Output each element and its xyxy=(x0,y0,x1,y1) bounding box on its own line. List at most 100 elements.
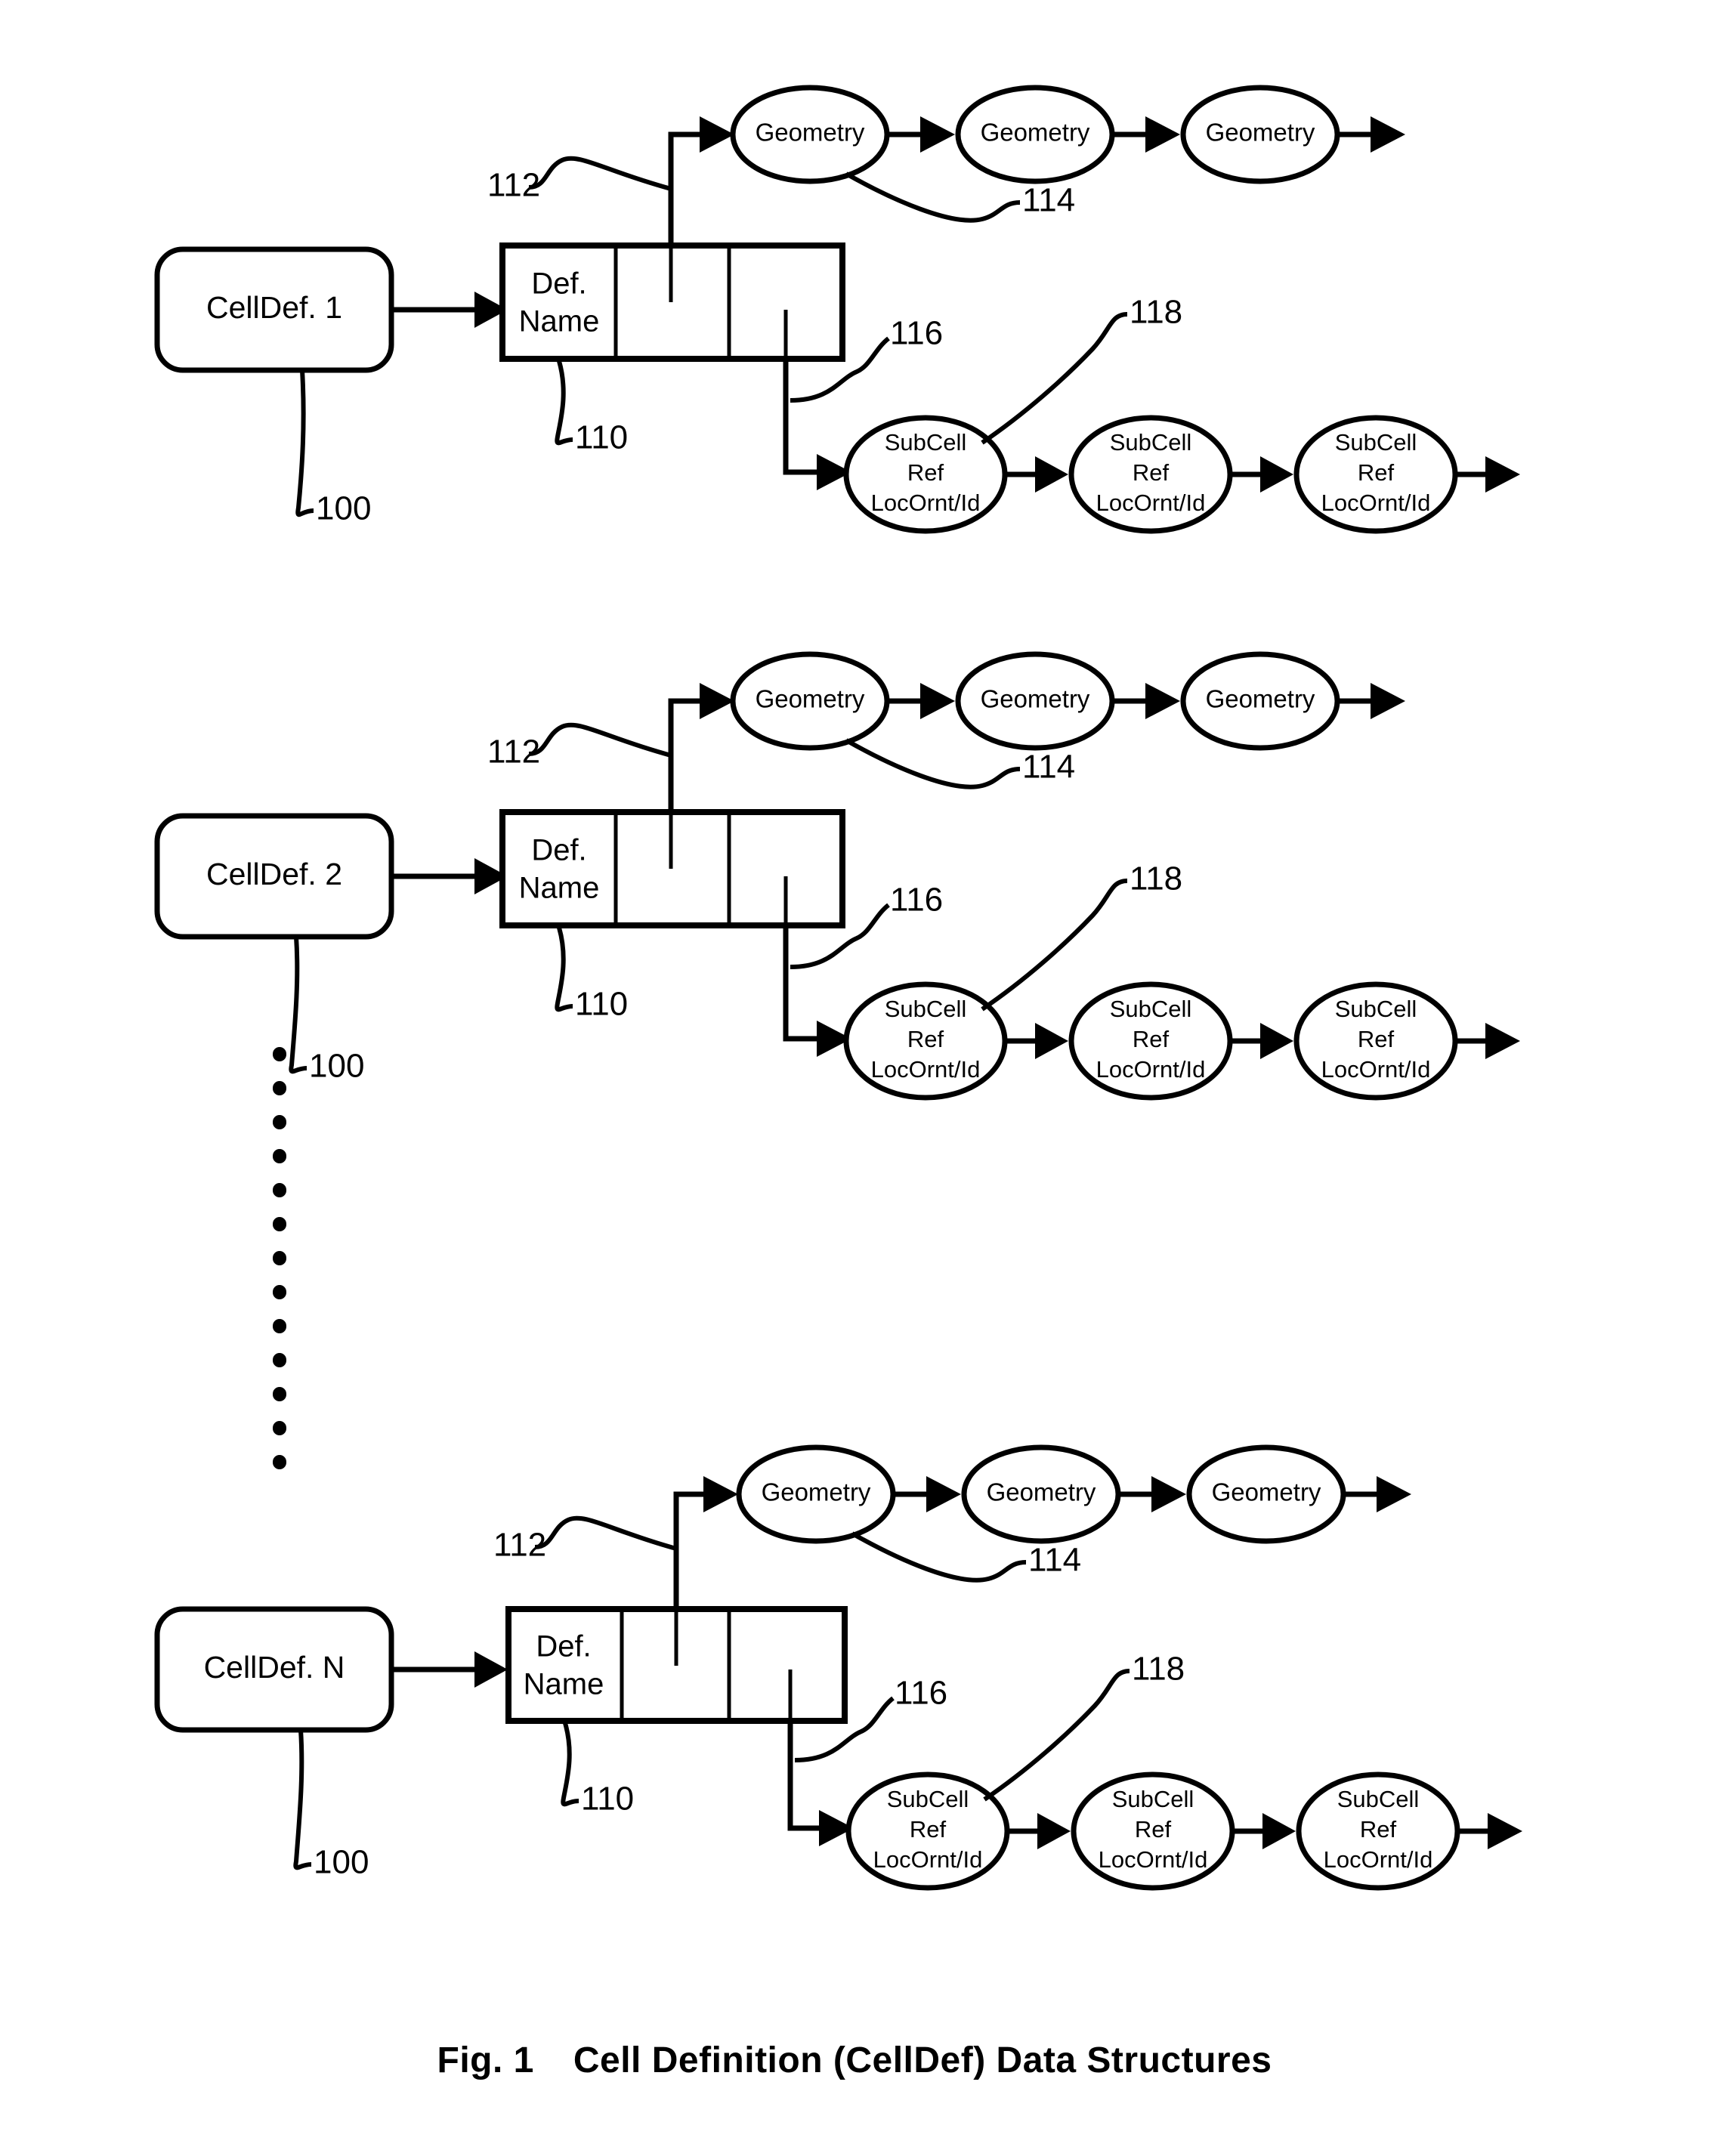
subcell-line2: Ref xyxy=(910,1816,947,1842)
subcell-chain-row-3: SubCell Ref LocOrnt/Id SubCell Ref LocOr… xyxy=(845,1771,1522,1891)
callout-100-row-2: 100 xyxy=(289,936,364,1085)
figure-title: Cell Definition (CellDef) Data Structure… xyxy=(573,2040,1272,2080)
callout-110-row-2: 110 xyxy=(555,927,628,1023)
row-1-group: CellDef. 1 Def. Name Geometry Geometry G… xyxy=(154,85,1520,534)
subcell-line1: SubCell xyxy=(1112,1786,1194,1812)
celldef-node-row-2[interactable]: CellDef. 2 xyxy=(154,813,394,940)
subcell-chain-row-1: SubCell Ref LocOrnt/Id SubCell Ref LocOr… xyxy=(843,415,1520,534)
figure-root: CellDef. 1 Def. Name Geometry Geometry G… xyxy=(0,0,1709,2156)
subcell-chain-row-2: SubCell Ref LocOrnt/Id SubCell Ref LocOr… xyxy=(843,981,1520,1101)
subcell-line3: LocOrnt/Id xyxy=(1096,490,1206,516)
callout-number: 116 xyxy=(890,882,943,919)
celldef-node-row-3[interactable]: CellDef. N xyxy=(154,1606,394,1733)
subcell-line3: LocOrnt/Id xyxy=(1321,490,1431,516)
callout-number: 118 xyxy=(1130,294,1182,331)
figure-caption: Fig. 1 Cell Definition (CellDef) Data Str… xyxy=(0,2040,1709,2081)
subcell-line1: SubCell xyxy=(887,1786,969,1812)
callout-number: 100 xyxy=(316,490,371,527)
geometry-node[interactable]: Geometry xyxy=(730,651,890,751)
geometry-label: Geometry xyxy=(981,119,1090,147)
subcell-line3: LocOrnt/Id xyxy=(1096,1056,1206,1083)
geometry-label: Geometry xyxy=(1212,1478,1321,1506)
callout-112-row-2: 112 xyxy=(487,722,672,771)
figure-number: Fig. 1 xyxy=(437,2040,534,2080)
subcell-line2: Ref xyxy=(907,459,944,486)
geometry-chain-row-3: Geometry Geometry Geometry xyxy=(736,1444,1411,1544)
subcell-line1: SubCell xyxy=(885,429,967,456)
callout-number: 114 xyxy=(1022,749,1075,786)
geometry-chain-row-1: Geometry Geometry Geometry xyxy=(730,85,1405,184)
callout-number: 110 xyxy=(575,419,628,456)
subcell-line2: Ref xyxy=(1358,1026,1395,1052)
callout-110-row-1: 110 xyxy=(555,360,628,456)
callout-number: 112 xyxy=(493,1527,546,1564)
callout-100-row-1: 100 xyxy=(295,369,371,527)
geometry-node[interactable]: Geometry xyxy=(961,1444,1121,1544)
subcell-line1: SubCell xyxy=(1110,429,1192,456)
row-3-group: CellDef. N Def. Name Geometry Geometry G… xyxy=(154,1444,1522,1891)
callout-number: 110 xyxy=(575,986,628,1023)
callout-number: 118 xyxy=(1132,1651,1185,1688)
geometry-node[interactable]: Geometry xyxy=(730,85,890,184)
subcell-line2: Ref xyxy=(907,1026,944,1052)
subcell-line1: SubCell xyxy=(1337,1786,1420,1812)
callout-number: 110 xyxy=(581,1781,634,1818)
subcell-line2: Ref xyxy=(1135,1816,1172,1842)
geometry-node[interactable]: Geometry xyxy=(955,651,1115,751)
subcell-ref-node[interactable]: SubCell Ref LocOrnt/Id xyxy=(1068,981,1233,1101)
subcell-line2: Ref xyxy=(1358,459,1395,486)
callout-number: 114 xyxy=(1022,182,1075,219)
geometry-label: Geometry xyxy=(981,685,1090,713)
subcell-ref-node[interactable]: SubCell Ref LocOrnt/Id xyxy=(1293,981,1458,1101)
geometry-node[interactable]: Geometry xyxy=(1180,651,1340,751)
celldef-label: CellDef. 2 xyxy=(206,857,342,891)
callout-number: 112 xyxy=(487,167,540,204)
celldef-data-structure-diagram: CellDef. 1 Def. Name Geometry Geometry G… xyxy=(154,85,1522,1891)
callout-110-row-3: 110 xyxy=(561,1722,634,1818)
subcell-line2: Ref xyxy=(1360,1816,1397,1842)
subcell-ref-node[interactable]: SubCell Ref LocOrnt/Id xyxy=(1296,1771,1460,1891)
subcell-ref-node[interactable]: SubCell Ref LocOrnt/Id xyxy=(1071,1771,1235,1891)
subcell-line3: LocOrnt/Id xyxy=(1324,1846,1433,1873)
callout-number: 112 xyxy=(487,734,540,771)
geometry-node[interactable]: Geometry xyxy=(736,1444,896,1544)
subcell-line3: LocOrnt/Id xyxy=(1099,1846,1208,1873)
subcell-line2: Ref xyxy=(1133,459,1170,486)
geometry-node[interactable]: Geometry xyxy=(1186,1444,1346,1544)
geometry-label: Geometry xyxy=(1206,119,1315,147)
celldef-to-record-arrow-row-1 xyxy=(393,292,508,328)
celldef-to-record-arrow-row-2 xyxy=(393,858,508,894)
subcell-line3: LocOrnt/Id xyxy=(871,490,981,516)
geometry-chain-row-2: Geometry Geometry Geometry xyxy=(730,651,1405,751)
row-2-group: CellDef. 2 Def. Name Geometry Geometry G… xyxy=(154,651,1520,1101)
callout-112-row-3: 112 xyxy=(493,1515,677,1564)
subcell-line1: SubCell xyxy=(1110,996,1192,1022)
subcell-line3: LocOrnt/Id xyxy=(871,1056,981,1083)
geometry-node[interactable]: Geometry xyxy=(955,85,1115,184)
subcell-ref-node[interactable]: SubCell Ref LocOrnt/Id xyxy=(1068,415,1233,534)
callout-number: 100 xyxy=(314,1844,369,1881)
subcell-ref-node[interactable]: SubCell Ref LocOrnt/Id xyxy=(843,415,1008,534)
subcell-line3: LocOrnt/Id xyxy=(873,1846,983,1873)
subcell-ref-node[interactable]: SubCell Ref LocOrnt/Id xyxy=(845,1771,1010,1891)
def-name-line2: Name xyxy=(519,872,600,905)
subcell-line3: LocOrnt/Id xyxy=(1321,1056,1431,1083)
subcell-ref-node[interactable]: SubCell Ref LocOrnt/Id xyxy=(843,981,1008,1101)
callout-number: 116 xyxy=(895,1675,947,1712)
subcell-line1: SubCell xyxy=(1335,996,1417,1022)
def-name-line1: Def. xyxy=(531,834,586,867)
celldef-node-row-1[interactable]: CellDef. 1 xyxy=(154,246,394,373)
callout-112-row-1: 112 xyxy=(487,156,672,204)
subcell-line1: SubCell xyxy=(1335,429,1417,456)
def-name-line2: Name xyxy=(524,1668,604,1701)
geometry-label: Geometry xyxy=(987,1478,1096,1506)
subcell-ref-node[interactable]: SubCell Ref LocOrnt/Id xyxy=(1293,415,1458,534)
def-name-line1: Def. xyxy=(531,267,586,301)
geometry-label: Geometry xyxy=(756,685,865,713)
def-name-line2: Name xyxy=(519,305,600,338)
celldef-label: CellDef. 1 xyxy=(206,290,342,325)
def-name-line1: Def. xyxy=(536,1630,591,1663)
geometry-node[interactable]: Geometry xyxy=(1180,85,1340,184)
callout-number: 116 xyxy=(890,315,943,352)
callout-number: 118 xyxy=(1130,860,1182,897)
